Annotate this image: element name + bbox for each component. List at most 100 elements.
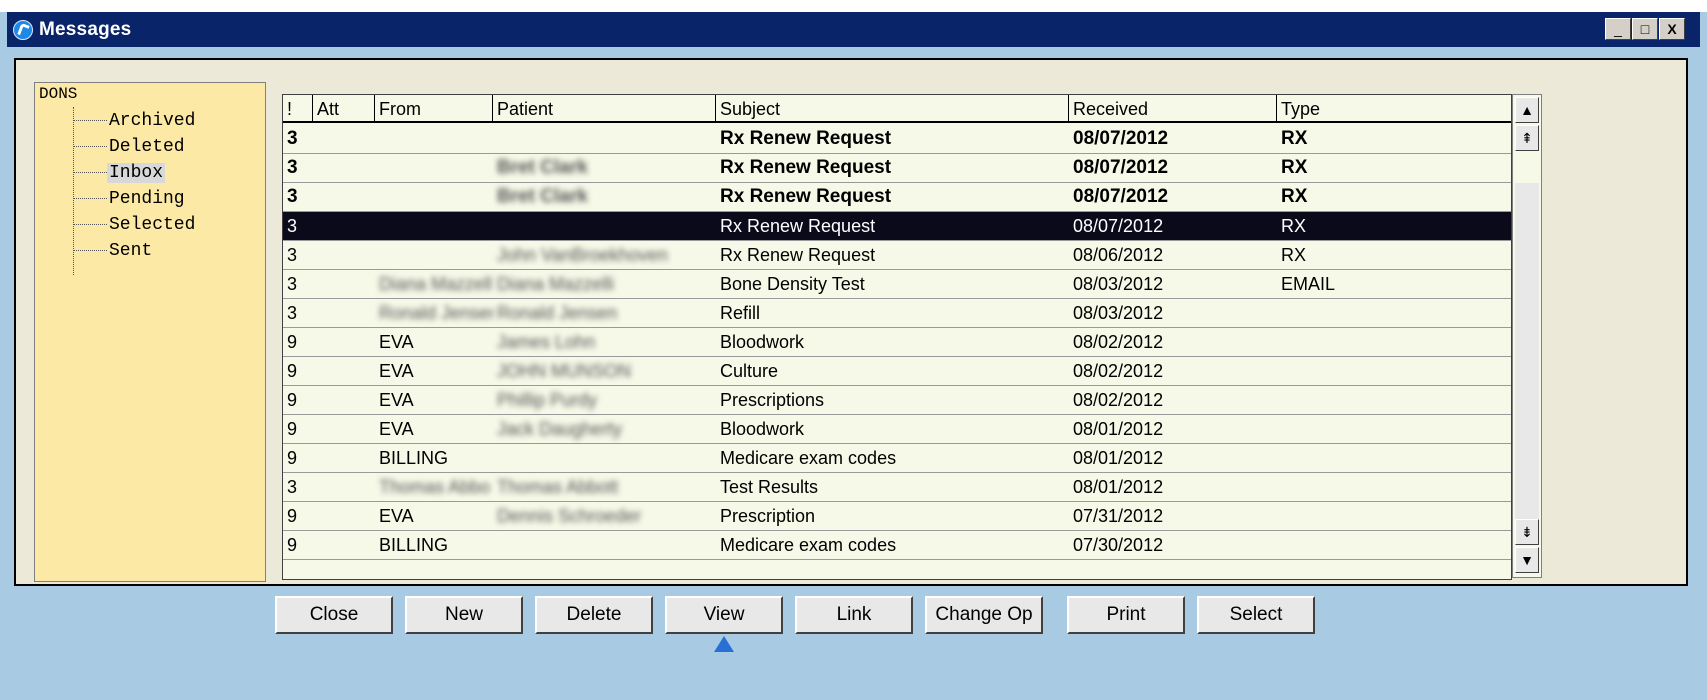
cell-type [1277,531,1511,559]
cell-type: RX [1281,128,1308,149]
table-row[interactable]: 3 Bret Clark Rx Renew Request 08/07/2012 RX [283,183,1511,212]
table-row[interactable]: 9 EVA JOHN MUNSON Culture 08/02/2012 [283,357,1511,386]
cell-subject: Prescriptions [720,390,825,410]
table-row[interactable]: 9 EVA Jack Daugherty Bloodwork 08/01/2012 [283,415,1511,444]
cell-subject: Rx Renew Request [720,186,892,207]
folder-label: Selected [109,215,196,235]
table-row[interactable]: 3 Rx Renew Request 08/07/2012 RX [283,125,1511,154]
cell-received: 08/02/2012 [1073,332,1164,352]
cell-subject: Test Results [720,477,819,497]
delete-button[interactable]: Delete [535,596,653,634]
page-up-button[interactable]: ⇞ [1515,125,1539,151]
cell-received: 08/01/2012 [1073,419,1164,439]
cell-subject: Medicare exam codes [720,535,897,555]
cell-priority: 3 [287,186,298,207]
table-row[interactable]: 9 EVA James Lohn Bloodwork 08/02/2012 [283,328,1511,357]
cell-from: EVA [379,506,414,526]
table-row[interactable]: 9 BILLING Medicare exam codes 08/01/2012 [283,444,1511,473]
table-row[interactable]: 3 Diana Mazzell Diana Mazzelli Bone Density… [283,270,1511,299]
cell-priority: 3 [287,216,298,236]
table-row[interactable]: 9 EVA Dennis Schroeder Prescription 07/31/20… [283,502,1511,531]
cell-patient: Ronald Jensen [497,303,618,323]
print-button[interactable]: Print [1067,596,1185,634]
folder-deleted[interactable]: Deleted [73,135,187,159]
cell-att [313,386,375,414]
cell-type: RX [1281,216,1307,236]
folder-tree: DONS Archived Deleted Inbox Pending Sele… [34,82,266,582]
cell-att [313,473,375,501]
folder-pending[interactable]: Pending [73,187,187,211]
folder-sent[interactable]: Sent [73,239,154,263]
table-row[interactable]: 3 Thomas Abbo Thomas Abbott Test Results 08/… [283,473,1511,502]
select-button[interactable]: Select [1197,596,1315,634]
change-op-button[interactable]: Change Op [925,596,1043,634]
cell-type [1277,502,1511,530]
scroll-up-button[interactable]: ▲ [1515,97,1539,123]
folder-label: Sent [109,241,153,261]
cell-received: 08/06/2012 [1073,245,1164,265]
table-row[interactable]: 3 Rx Renew Request 08/07/2012 RX [283,212,1511,241]
view-button[interactable]: View [665,596,783,634]
column-header-received[interactable]: Received [1069,95,1277,123]
button-bar: Close New Delete View Link Change Op Pri… [7,588,1700,648]
minimize-button[interactable]: _ [1605,18,1631,40]
cell-type [1277,415,1511,443]
cell-received: 08/07/2012 [1073,186,1169,207]
table-row[interactable]: 3 Bret Clark Rx Renew Request 08/07/2012 RX [283,154,1511,183]
cell-type [1277,299,1511,327]
cell-type [1277,473,1511,501]
cell-patient [493,531,716,559]
cell-from: EVA [379,332,414,352]
cell-subject: Rx Renew Request [720,157,892,178]
cell-from: BILLING [379,448,449,468]
close-button[interactable]: Close [275,596,393,634]
cell-received: 07/30/2012 [1073,535,1164,555]
cell-type [1277,357,1511,385]
cell-priority: 3 [287,477,298,497]
maximize-button[interactable]: □ [1632,18,1658,40]
new-button[interactable]: New [405,596,523,634]
table-row[interactable]: 9 EVA Phillip Purdy Prescriptions 08/02/2012 [283,386,1511,415]
cell-from: EVA [379,390,414,410]
cell-from [375,212,493,240]
column-header-patient[interactable]: Patient [493,95,716,123]
cell-att [313,183,375,211]
cell-from: BILLING [379,535,449,555]
cell-patient: Jack Daugherty [497,419,623,439]
cell-subject: Bloodwork [720,332,805,352]
cell-received: 08/07/2012 [1073,157,1169,178]
table-row[interactable]: 9 BILLING Medicare exam codes 07/30/2012 [283,531,1511,560]
cell-received: 08/07/2012 [1073,128,1169,149]
column-header-priority[interactable]: ! [283,95,313,123]
cell-patient: Phillip Purdy [497,390,598,410]
cell-from [375,154,493,182]
tree-root-dons[interactable]: DONS [39,85,77,103]
cell-from [375,125,493,153]
column-header-type[interactable]: Type [1277,95,1511,123]
cell-from: Thomas Abbo [379,477,491,497]
column-header-from[interactable]: From [375,95,493,123]
table-row[interactable]: 3 Ronald Jensen Ronald Jensen Refill 08/03/2… [283,299,1511,328]
cell-from: Diana Mazzell [379,274,493,294]
cell-from: EVA [379,419,414,439]
scroll-track[interactable] [1515,183,1539,523]
table-row[interactable]: 3 John VanBroekhoven Rx Renew Request 08/06… [283,241,1511,270]
cell-att [313,212,375,240]
cell-priority: 9 [287,419,298,439]
cell-received: 08/01/2012 [1073,448,1164,468]
link-button[interactable]: Link [795,596,913,634]
cell-type [1277,328,1511,356]
column-header-att[interactable]: Att [313,95,375,123]
folder-selected[interactable]: Selected [73,213,197,237]
cell-priority: 9 [287,506,298,526]
title-bar[interactable]: Messages _ □ X [7,12,1700,47]
cell-att [313,154,375,182]
folder-archived[interactable]: Archived [73,109,197,133]
page-down-button[interactable]: ⇟ [1515,519,1539,545]
scroll-down-button[interactable]: ▼ [1515,547,1539,573]
vertical-scrollbar[interactable]: ▲ ⇞ ⇟ ▼ [1512,94,1542,578]
column-header-subject[interactable]: Subject [716,95,1069,123]
folder-inbox[interactable]: Inbox [73,161,166,185]
close-window-button[interactable]: X [1659,18,1685,40]
cell-patient: James Lohn [497,332,596,352]
